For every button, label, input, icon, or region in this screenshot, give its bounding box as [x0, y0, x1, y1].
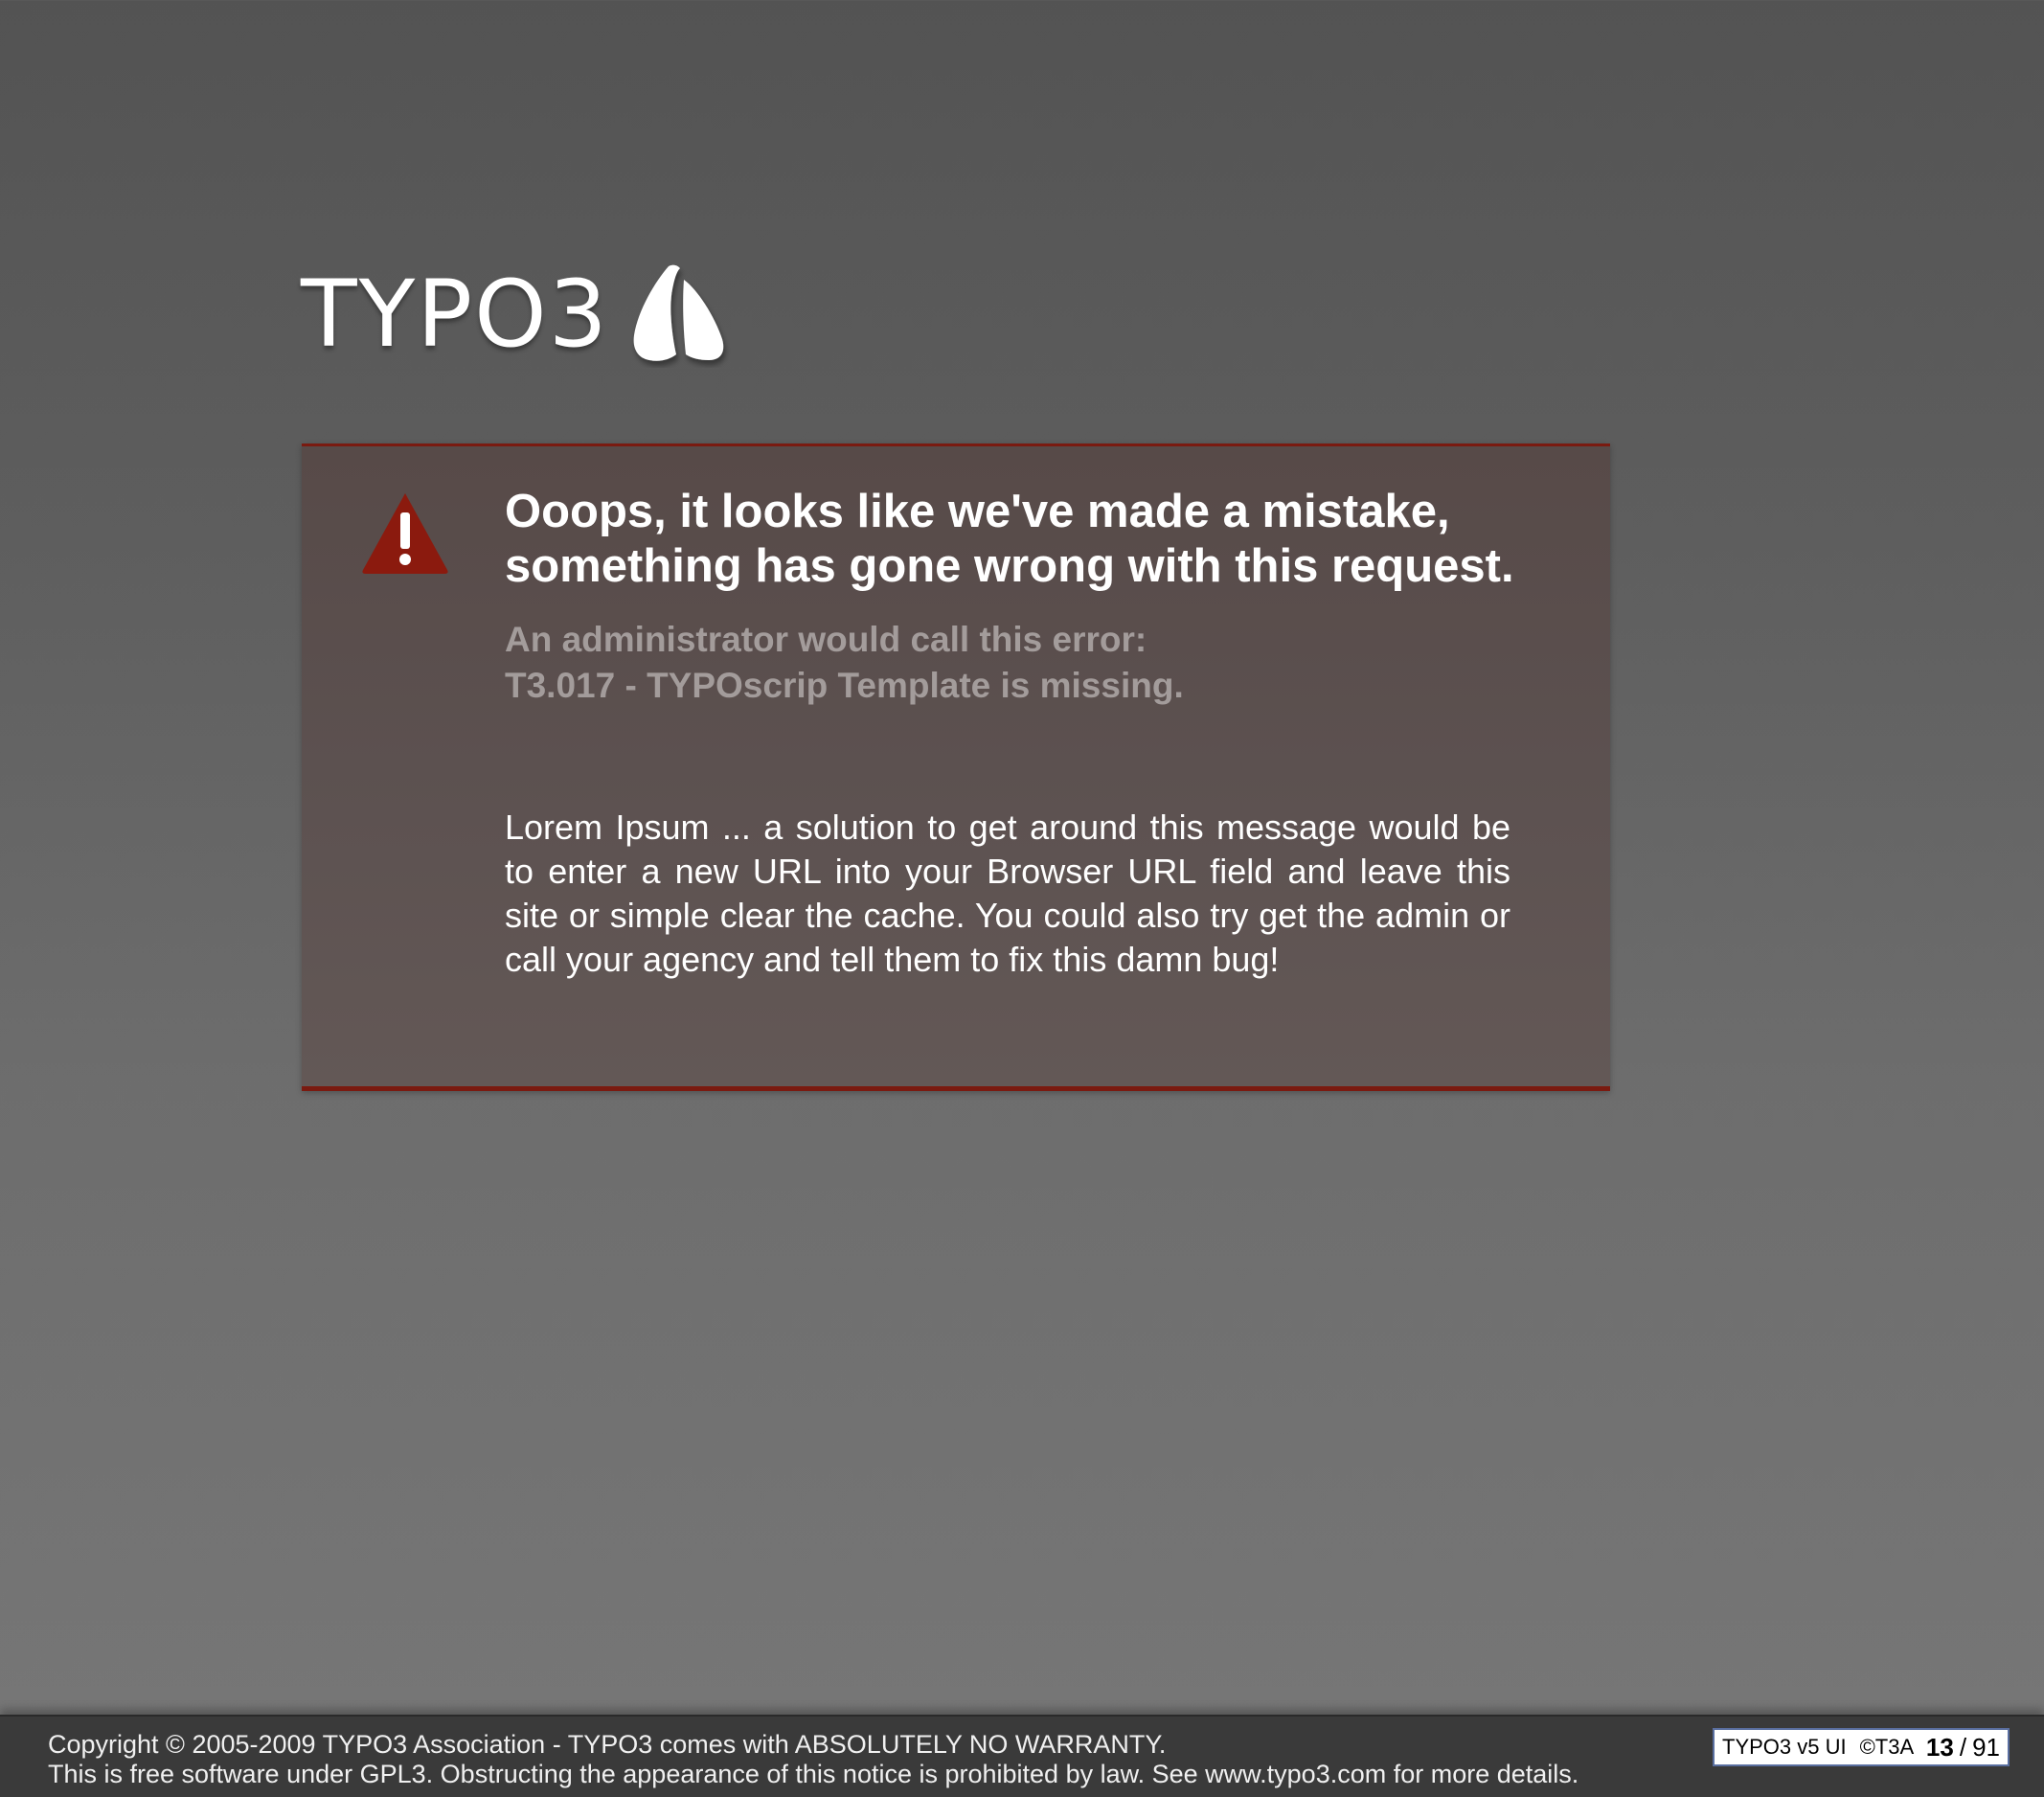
pager-total-pages: 91: [1972, 1732, 2000, 1762]
typo3-logo: TYPO3: [301, 257, 732, 372]
typo3-logo-icon: [633, 264, 724, 361]
pager-product: TYPO3 v5 UI: [1722, 1735, 1847, 1759]
page-indicator: TYPO3 v5 UI ©T3A 13 / 91: [1713, 1728, 2010, 1766]
error-headline: Ooops, it looks like we've made a mistak…: [505, 485, 1558, 594]
error-message: Lorem Ipsum ... a solution to get around…: [505, 808, 1510, 979]
admin-label: An administrator would call this error:: [505, 620, 1147, 659]
headline-line-2: something has gone wrong with this reque…: [505, 540, 1514, 592]
error-panel: Ooops, it looks like we've made a mistak…: [302, 444, 1610, 1091]
error-code: T3.017 - TYPOscrip Template is missing.: [505, 666, 1184, 705]
pager-current-page: 13: [1925, 1732, 1954, 1762]
copyright-line-1: Copyright © 2005-2009 TYPO3 Association …: [48, 1730, 1167, 1759]
pager-separator: /: [1959, 1732, 1967, 1762]
pager-copyright: ©T3A: [1859, 1735, 1915, 1759]
footer: Copyright © 2005-2009 TYPO3 Association …: [0, 1715, 2044, 1797]
copyright-line-2: This is free software under GPL3. Obstru…: [48, 1760, 1579, 1788]
error-details: An administrator would call this error: …: [505, 617, 1558, 709]
footer-copyright: Copyright © 2005-2009 TYPO3 Association …: [48, 1730, 1578, 1789]
warning-icon: [362, 493, 448, 574]
headline-line-1: Ooops, it looks like we've made a mistak…: [505, 486, 1450, 537]
logo-wordmark: TYPO3: [301, 261, 609, 368]
